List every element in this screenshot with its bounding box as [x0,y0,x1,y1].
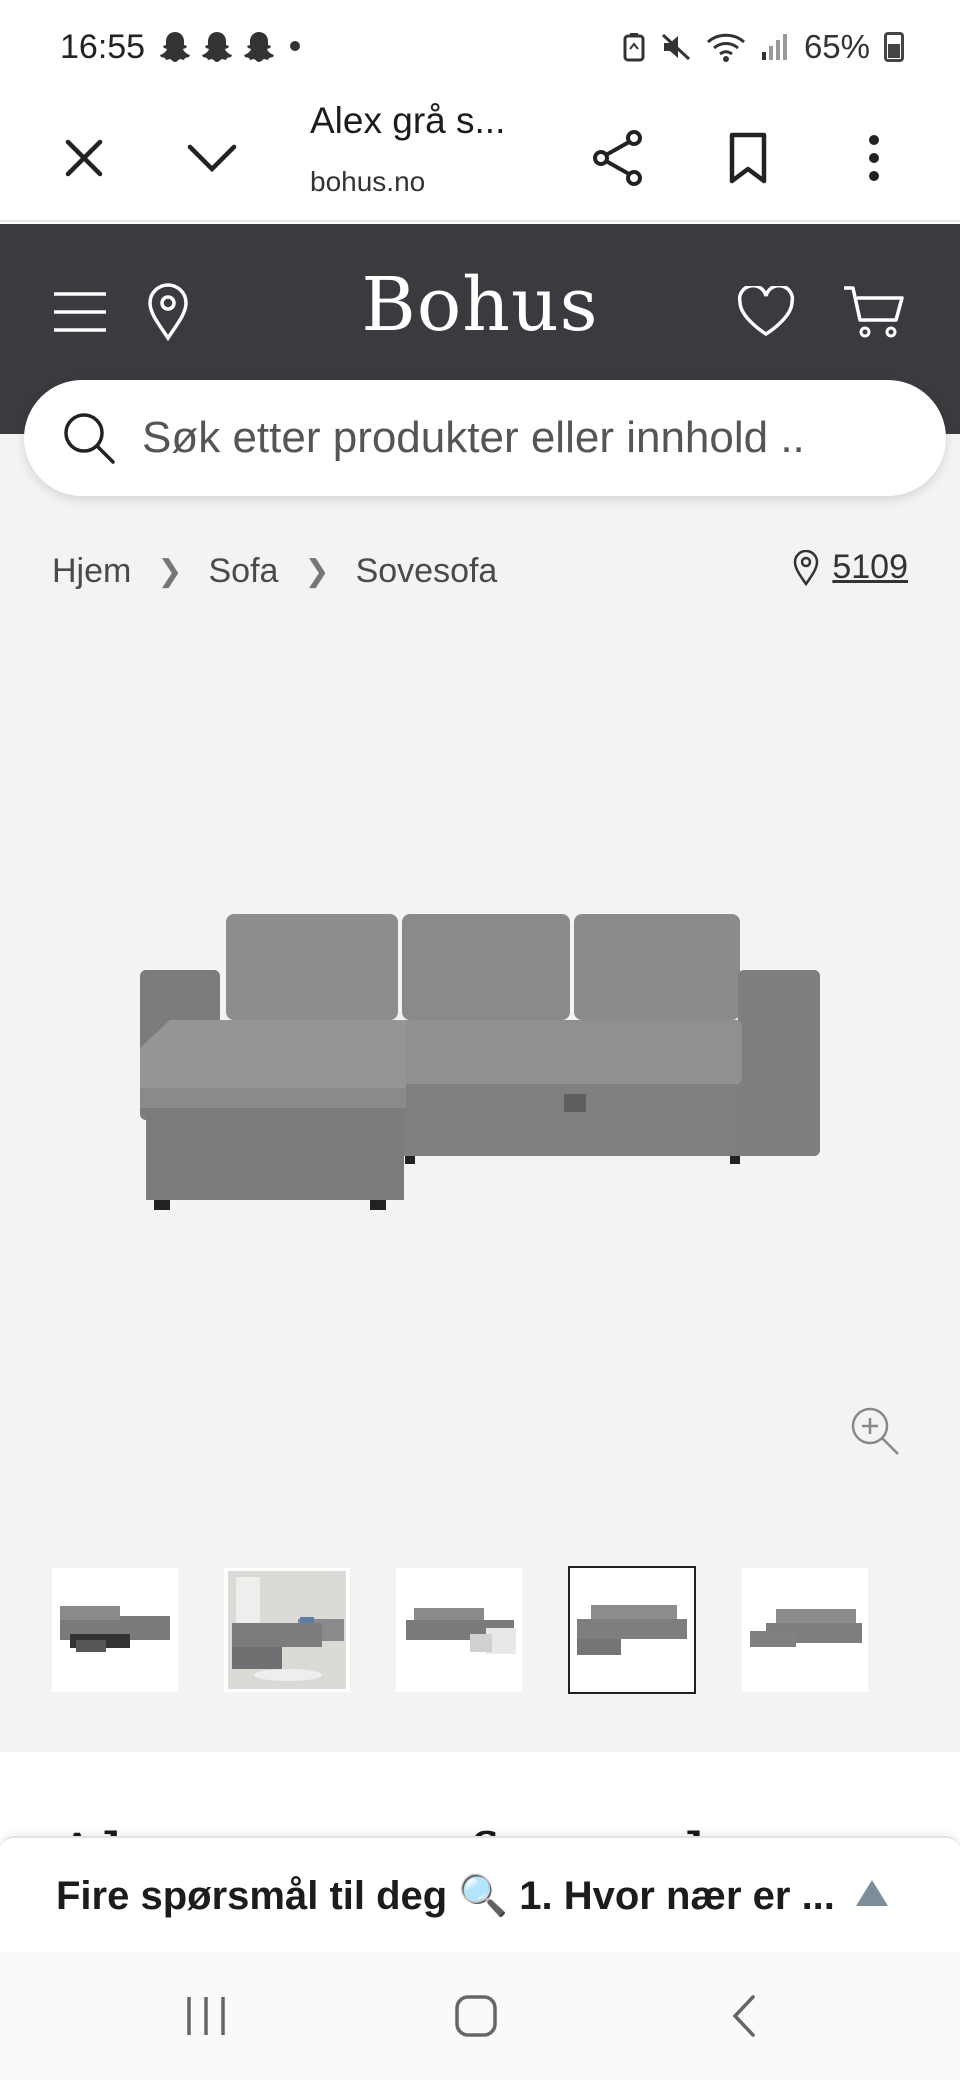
tab-domain: bohus.no [310,166,426,197]
status-bar: 16:55 65% [0,0,960,92]
product-gallery-area: Hjem ❯ Sofa ❯ Sovesofa 5109 [0,434,960,1752]
battery-icon [884,32,904,62]
question-text: Fire spørsmål til deg 🔍 1. Hvor nær er .… [56,1873,835,1918]
status-time: 16:55 [60,28,146,66]
thumbnail-active[interactable] [568,1566,696,1694]
snapchat-icon [202,32,232,62]
main-product-image[interactable] [130,914,830,1234]
snapchat-icon [160,32,190,62]
store-link[interactable]: 5109 [792,548,908,587]
battery-saver-icon [623,33,645,62]
wifi-icon [706,33,745,62]
system-icons: 65% [622,28,904,66]
search-icon [56,405,122,471]
question-bar[interactable]: Fire spørsmål til deg 🔍 1. Hvor nær er .… [0,1836,960,1952]
zoom-in-icon[interactable] [848,1404,902,1458]
home-icon[interactable] [446,1990,506,2042]
store-number: 5109 [832,548,908,586]
search-input[interactable]: Søk etter produkter eller innhold .. [142,413,805,463]
heart-icon[interactable] [726,272,806,352]
bookmark-icon[interactable] [708,118,788,198]
android-nav-bar [0,1952,960,2080]
mute-icon [661,33,690,61]
tab-title: Alex grå s... [310,100,506,141]
notification-icons [158,30,306,62]
breadcrumb-sovesofa[interactable]: Sovesofa [356,552,498,591]
share-icon[interactable] [578,118,658,198]
close-icon[interactable] [44,118,124,198]
custom-tab-toolbar: Alex grå s... bohus.no [0,92,960,222]
more-vertical-icon[interactable] [834,118,914,198]
store-pin-icon [794,549,819,586]
thumbnail[interactable] [224,1568,350,1692]
back-icon[interactable] [714,1990,774,2042]
chevron-down-icon[interactable] [172,118,252,198]
breadcrumb-chevron-icon: ❯ [304,555,330,588]
search-bar[interactable]: Søk etter produkter eller innhold .. [24,380,946,496]
bohus-logo[interactable]: Bohus [0,262,960,348]
breadcrumb-sofa[interactable]: Sofa [208,552,278,591]
recent-apps-icon[interactable] [176,1990,236,2042]
thumbnail[interactable] [396,1568,522,1692]
breadcrumb: Hjem ❯ Sofa ❯ Sovesofa [52,552,497,591]
thumbnail[interactable] [742,1568,868,1692]
thumbnail-strip [52,1566,868,1694]
battery-percent: 65% [803,28,870,65]
thumbnail[interactable] [52,1568,178,1692]
dot-icon [290,41,300,51]
snapchat-icon [244,32,274,62]
cart-icon[interactable] [834,272,914,352]
breadcrumb-home[interactable]: Hjem [52,552,131,591]
expand-up-icon[interactable] [854,1878,890,1908]
signal-icon [761,34,787,60]
breadcrumb-chevron-icon: ❯ [157,555,183,588]
